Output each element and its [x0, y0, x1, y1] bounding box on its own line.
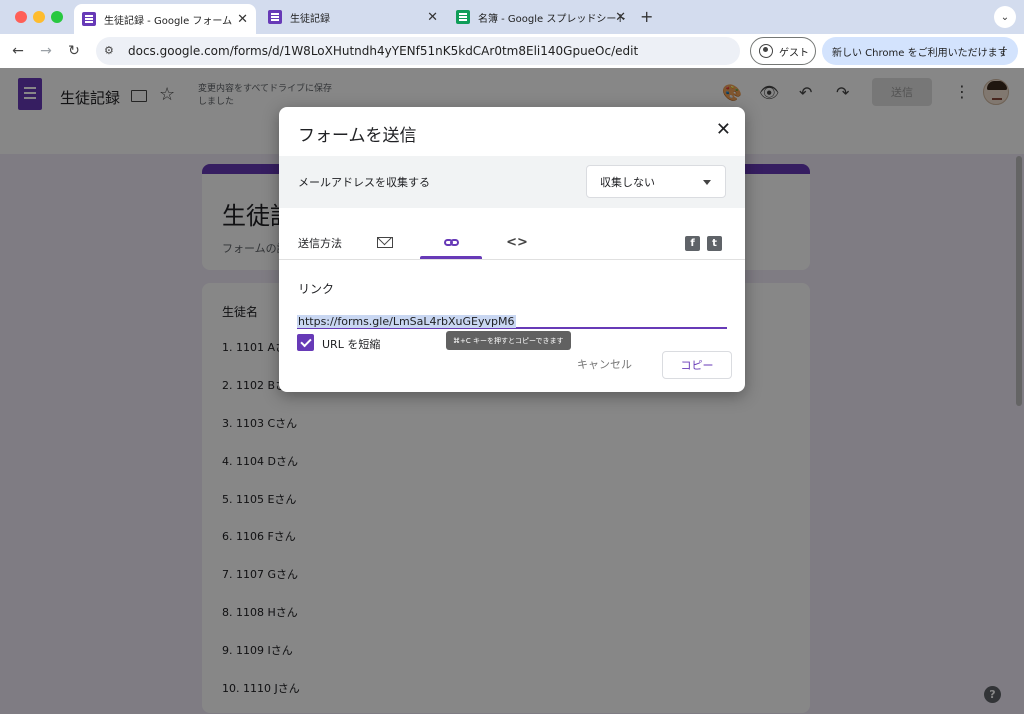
- tab-search-chevron-icon[interactable]: ⌄: [994, 6, 1016, 28]
- guest-profile-button[interactable]: ゲスト: [750, 37, 816, 65]
- url-text[interactable]: docs.google.com/forms/d/1W8LoXHutndh4yYE…: [128, 44, 638, 58]
- close-tab-icon[interactable]: ✕: [237, 12, 248, 27]
- link-url-text[interactable]: https://forms.gle/LmSaL4rbXuGEyvpM6: [297, 315, 516, 328]
- collect-email-row: メールアドレスを収集する 収集しない: [279, 156, 745, 208]
- browser-toolbar: ← → ↻ ⚙ docs.google.com/forms/d/1W8LoXHu…: [0, 34, 1024, 68]
- reload-icon[interactable]: ↻: [64, 41, 84, 61]
- new-tab-icon[interactable]: +: [640, 7, 653, 26]
- dialog-title: フォームを送信: [298, 126, 417, 146]
- chrome-menu-icon[interactable]: ⋮: [998, 44, 1010, 58]
- facebook-icon[interactable]: f: [685, 236, 700, 251]
- shorten-url-label[interactable]: URL を短縮: [322, 336, 380, 352]
- chrome-update-button[interactable]: 新しい Chrome をご利用いただけます ⋮: [822, 37, 1018, 65]
- window-zoom-button[interactable]: [51, 11, 63, 23]
- tab-title: 生徒記録 - Google フォーム: [104, 15, 233, 27]
- send-via-label: 送信方法: [298, 237, 342, 250]
- send-form-dialog: フォームを送信 ✕ メールアドレスを収集する 収集しない 送信方法 <> f t…: [279, 107, 745, 392]
- tab-title: 名簿 - Google スプレッドシート: [477, 13, 626, 25]
- cancel-button[interactable]: キャンセル: [577, 356, 632, 372]
- guest-label: ゲスト: [779, 47, 809, 59]
- link-icon: [443, 238, 459, 246]
- link-section-label: リンク: [298, 282, 335, 296]
- collect-email-label: メールアドレスを収集する: [298, 176, 430, 189]
- collect-email-value: 収集しない: [600, 175, 655, 189]
- code-icon: <>: [506, 234, 528, 250]
- close-tab-icon[interactable]: ✕: [615, 10, 626, 25]
- window-minimize-button[interactable]: [33, 11, 45, 23]
- back-arrow-icon[interactable]: ←: [8, 41, 28, 61]
- google-sheets-favicon-icon: [456, 10, 470, 24]
- tab-send-email[interactable]: [354, 225, 416, 259]
- close-icon[interactable]: ✕: [716, 119, 731, 140]
- browser-tab-sheets[interactable]: 名簿 - Google スプレッドシート ✕: [448, 4, 634, 30]
- tab-embed-html[interactable]: <>: [486, 225, 548, 259]
- collect-email-select[interactable]: 収集しない: [586, 165, 726, 198]
- person-icon: [759, 44, 773, 58]
- browser-tab-forms-edit[interactable]: 生徒記録 - Google フォーム ✕: [74, 4, 256, 34]
- site-settings-icon[interactable]: ⚙: [104, 44, 118, 58]
- chrome-update-label: 新しい Chrome をご利用いただけます: [832, 47, 1008, 59]
- google-forms-favicon-icon: [268, 10, 282, 24]
- tab-title: 生徒記録: [290, 13, 330, 25]
- mail-icon: [377, 236, 393, 248]
- address-bar[interactable]: ⚙ docs.google.com/forms/d/1W8LoXHutndh4y…: [96, 37, 740, 65]
- forward-arrow-icon[interactable]: →: [36, 41, 56, 61]
- google-forms-favicon-icon: [82, 12, 96, 26]
- link-url-field[interactable]: https://forms.gle/LmSaL4rbXuGEyvpM6: [297, 310, 727, 329]
- browser-tab-strip: 生徒記録 - Google フォーム ✕ 生徒記録 ✕ 名簿 - Google …: [0, 0, 1024, 34]
- tab-send-link[interactable]: [420, 225, 482, 259]
- divider: [279, 259, 745, 260]
- dropdown-arrow-icon: [703, 180, 711, 185]
- close-tab-icon[interactable]: ✕: [427, 10, 438, 25]
- browser-tab-forms-view[interactable]: 生徒記録 ✕: [260, 4, 446, 30]
- copy-button[interactable]: コピー: [662, 351, 732, 379]
- window-close-button[interactable]: [15, 11, 27, 23]
- copy-shortcut-tooltip: ⌘+C キーを押すとコピーできます: [446, 331, 571, 350]
- twitter-icon[interactable]: t: [707, 236, 722, 251]
- shorten-url-checkbox[interactable]: [297, 334, 314, 351]
